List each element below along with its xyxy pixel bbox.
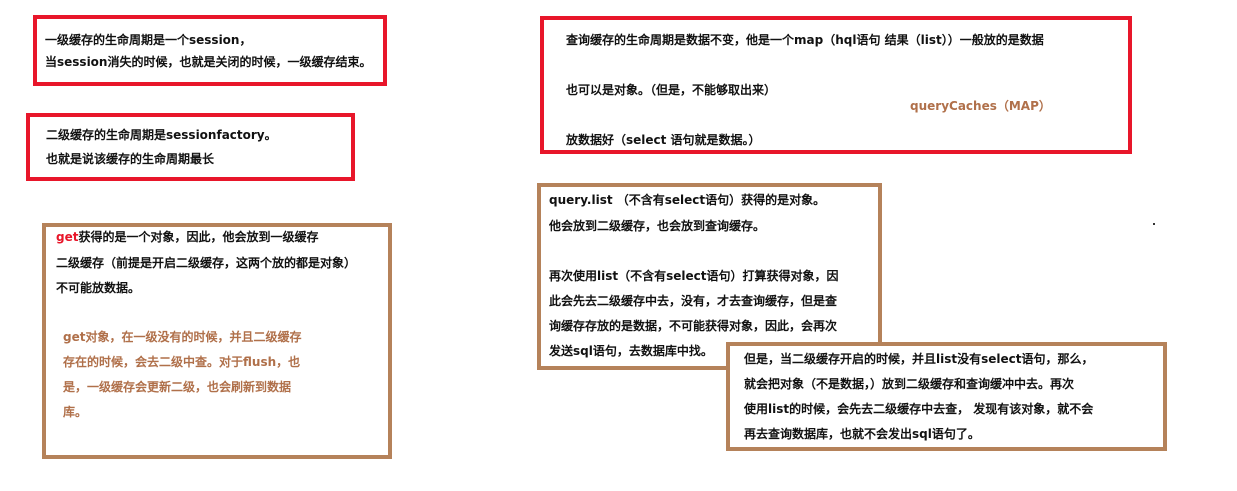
second-level-enabled-line-3: 使用list的时候，会先去二级缓存中去查， 发现有该对象，就不会: [744, 402, 1094, 416]
first-level-cache-line-2: 当session消失的时候，也就是关闭的时候，一级缓存结束。: [45, 55, 372, 69]
second-level-enabled-line-2: 就会把对象（不是数据，）放到二级缓存和查询缓冲中去。再次: [744, 377, 1075, 391]
get-line-2: 二级缓存（前提是开启二级缓存，这两个放的都是对象）: [56, 256, 357, 270]
second-level-enabled-line-4: 再去查询数据库，也就不会发出sql语句了。: [744, 427, 980, 441]
get-line-1: get获得的是一个对象，因此，他会放到一级缓存: [56, 229, 318, 245]
first-level-cache-box: 一级缓存的生命周期是一个session， 当session消失的时候，也就是关闭…: [33, 15, 387, 86]
stray-dot: [1153, 223, 1155, 225]
query-list-line-5: 询缓存存放的是数据，不可能获得对象，因此，会再次: [549, 319, 838, 333]
query-list-line-6: 发送sql语句，去数据库中找。: [549, 344, 713, 358]
query-list-line-4: 此会先去二级缓存中去，没有，才去查询缓存，但是查: [549, 294, 838, 308]
query-list-line-3: 再次使用list（不含有select语句）打算获得对象，因: [549, 269, 839, 283]
get-note-line-1: get对象，在一级没有的时候，并且二级缓存: [63, 330, 302, 344]
second-level-enabled-box: 但是，当二级缓存开启的时候，并且list没有select语句，那么， 就会把对象…: [726, 342, 1167, 451]
second-level-cache-box: 二级缓存的生命周期是sessionfactory。 也就是说该缓存的生命周期最长: [26, 113, 355, 181]
second-level-cache-line-1: 二级缓存的生命周期是sessionfactory。: [46, 128, 277, 142]
query-cache-box: 查询缓存的生命周期是数据不变，他是一个map（hql语句 结果（list））一般…: [540, 16, 1132, 154]
query-cache-line-2: 也可以是对象。（但是，不能够取出来）: [566, 83, 777, 97]
get-note-line-2: 存在的时候，会去二级中查。对于flush，也: [63, 355, 301, 369]
query-cache-line-1: 查询缓存的生命周期是数据不变，他是一个map（hql语句 结果（list））一般…: [566, 33, 1044, 47]
get-line-3: 不可能放数据。: [56, 281, 141, 295]
second-level-cache-line-2: 也就是说该缓存的生命周期最长: [46, 152, 215, 166]
get-keyword: get: [56, 230, 79, 244]
get-behavior-box: get获得的是一个对象，因此，他会放到一级缓存 二级缓存（前提是开启二级缓存，这…: [42, 223, 392, 459]
get-note-line-3: 是，一级缓存会更新二级，也会刷新到数据: [63, 380, 292, 394]
first-level-cache-line-1: 一级缓存的生命周期是一个session，: [45, 33, 252, 47]
get-note-line-4: 库。: [63, 405, 88, 419]
query-list-line-1: query.list （不含有select语句）获得的是对象。: [549, 193, 826, 207]
query-cache-line-3: 放数据好（select 语句就是数据。）: [566, 133, 761, 147]
query-caches-annotation: queryCaches（MAP）: [910, 99, 1051, 113]
get-line-1-rest: 获得的是一个对象，因此，他会放到一级缓存: [78, 230, 319, 244]
second-level-enabled-line-1: 但是，当二级缓存开启的时候，并且list没有select语句，那么，: [744, 352, 1094, 366]
query-list-line-2: 他会放到二级缓存，也会放到查询缓存。: [549, 219, 766, 233]
